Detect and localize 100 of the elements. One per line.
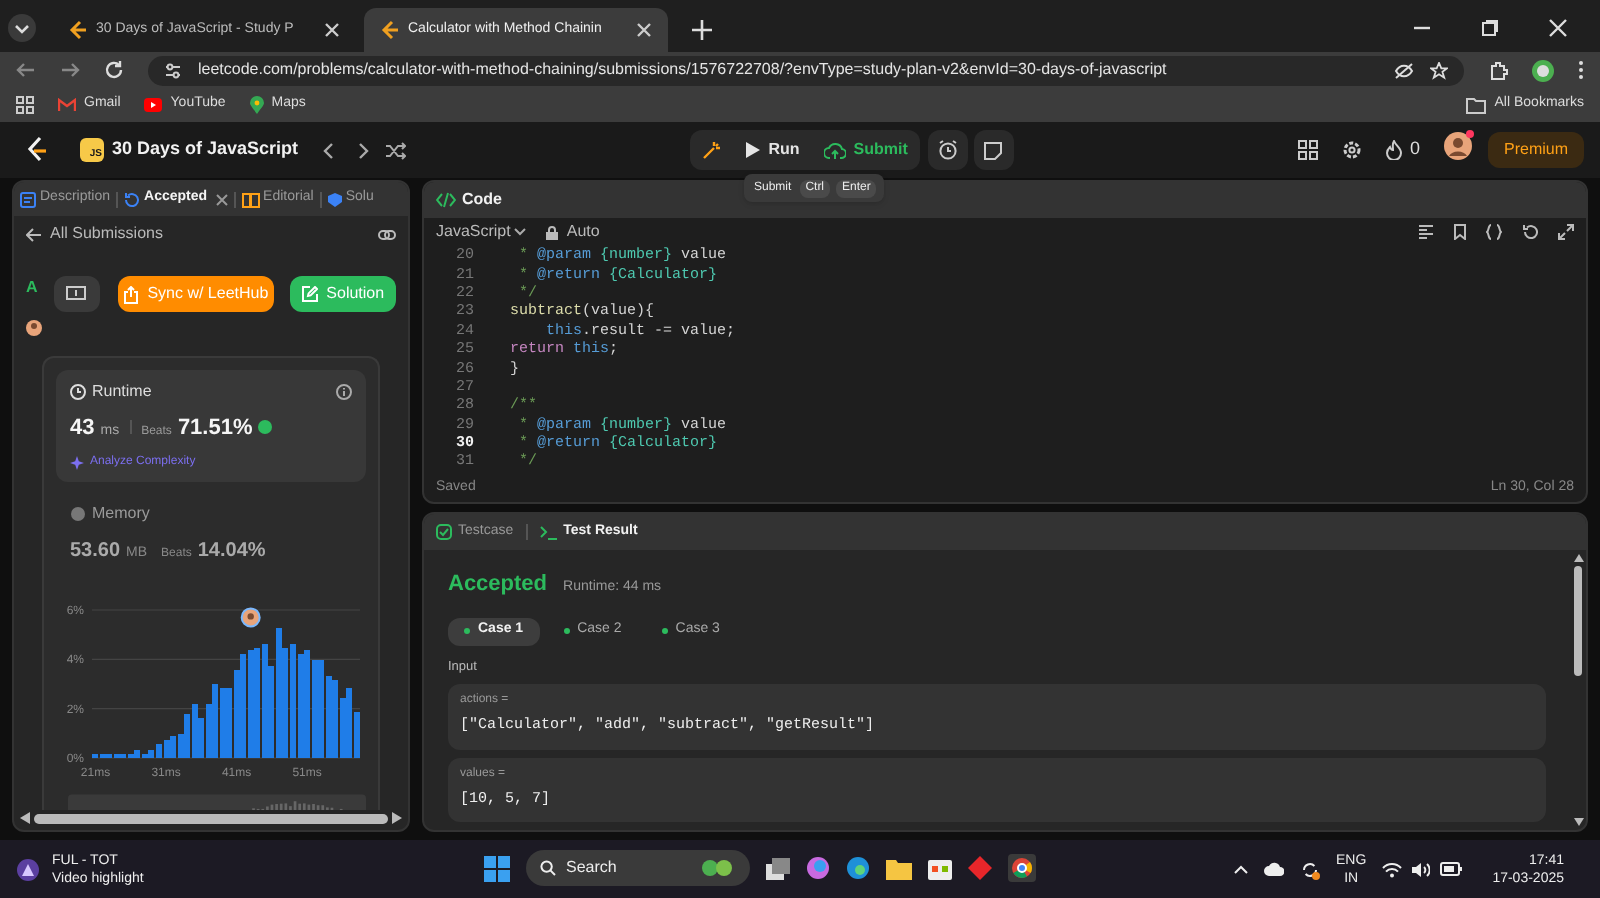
memory-label: Memory (92, 501, 150, 525)
status-text: A (26, 276, 40, 300)
info-icon[interactable] (336, 384, 352, 400)
volume-icon[interactable] (1412, 861, 1431, 877)
scrollbar-thumb[interactable] (1574, 566, 1582, 676)
mail-icon (58, 98, 76, 112)
back-arrow-icon[interactable] (26, 227, 42, 241)
store-icon[interactable] (928, 856, 952, 880)
memory-beats: 14.04% (197, 537, 266, 565)
start-icon[interactable] (484, 855, 510, 881)
runtime-value: 43 (70, 414, 95, 444)
note-button[interactable] (973, 130, 1014, 170)
eye-slash-icon[interactable] (1394, 61, 1414, 79)
user-avatar-icon (26, 320, 46, 336)
more-icon[interactable] (1578, 60, 1584, 80)
battery-icon[interactable] (1440, 862, 1463, 876)
weather-widget-icon[interactable] (16, 857, 40, 881)
terminal-icon (539, 525, 558, 539)
restore-icon[interactable] (1480, 18, 1500, 38)
copilot-icon[interactable] (806, 856, 830, 880)
scroll-down-icon[interactable] (1573, 818, 1583, 826)
back-icon[interactable] (16, 60, 36, 80)
run-button[interactable]: Run (734, 130, 812, 170)
link-icon[interactable] (378, 227, 396, 241)
apps-icon[interactable] (16, 96, 34, 114)
sparkle-icon (70, 455, 84, 469)
book-icon (241, 191, 260, 207)
cloud-upload-icon (823, 141, 846, 159)
clock-icon (70, 384, 86, 400)
settings-icon[interactable] (1341, 140, 1362, 160)
scroll-right-icon[interactable] (392, 812, 402, 824)
monitor-icon (66, 286, 87, 302)
plant-icon (700, 858, 736, 878)
play-icon (746, 142, 761, 158)
new-tab-icon[interactable] (692, 20, 712, 40)
browser-icon[interactable] (846, 856, 870, 880)
user-avatar-icon[interactable] (1444, 132, 1472, 160)
site-icon (380, 20, 400, 40)
site-settings-icon[interactable] (164, 61, 182, 79)
chevron-up-icon[interactable] (1234, 864, 1249, 874)
close-icon[interactable] (636, 22, 652, 38)
history-icon (124, 191, 141, 207)
format-icon[interactable] (1418, 224, 1434, 240)
forward-icon[interactable] (60, 60, 80, 80)
code-icon (436, 192, 456, 208)
scrollbar-thumb[interactable] (34, 813, 388, 823)
chevron-down-icon (514, 228, 527, 236)
shuffle-icon[interactable] (386, 141, 407, 159)
runtime-beats: 71.51% (177, 414, 253, 444)
share-icon (123, 285, 138, 303)
edit-icon (302, 286, 319, 302)
expand-icon[interactable] (1558, 224, 1574, 240)
lock-icon (546, 225, 559, 239)
bookmark-icon[interactable] (1454, 224, 1466, 240)
reload-icon[interactable] (104, 60, 124, 80)
all-submissions-link[interactable]: All Submissions (50, 222, 163, 246)
folder-icon (1466, 97, 1487, 113)
extensions-icon[interactable] (1488, 60, 1508, 80)
chrome-icon[interactable] (1008, 854, 1036, 882)
reset-icon[interactable] (1522, 224, 1538, 240)
verdict-text: Accepted (448, 570, 548, 600)
wifi-icon[interactable] (1382, 861, 1403, 877)
submit-button[interactable]: Submit (811, 130, 920, 170)
device-button[interactable] (53, 276, 100, 312)
close-icon[interactable] (324, 22, 340, 38)
user-marker-icon (240, 606, 261, 627)
pass-dot-icon (563, 628, 570, 634)
cloud-icon[interactable] (1264, 862, 1285, 876)
status-dot-icon (258, 420, 273, 434)
taskbar-search-field[interactable]: Search (526, 850, 750, 886)
study-plan-title[interactable]: 30 Days of JavaScript (112, 136, 299, 164)
profile-avatar-icon[interactable] (1532, 59, 1554, 81)
diamond-icon[interactable] (968, 856, 992, 880)
star-icon[interactable] (1430, 61, 1448, 79)
pass-dot-icon (661, 628, 668, 634)
next-icon[interactable] (358, 141, 371, 159)
scroll-left-icon[interactable] (20, 812, 30, 824)
pass-dot-icon (464, 628, 470, 634)
play-icon (144, 98, 163, 112)
sync-icon[interactable] (1300, 859, 1321, 879)
alarm-clock-icon (937, 140, 958, 160)
flame-icon[interactable] (1385, 140, 1402, 160)
tab-list-icon[interactable] (8, 14, 36, 42)
scroll-up-icon[interactable] (1573, 554, 1583, 562)
panel-title: Code (462, 188, 502, 212)
note-icon (984, 141, 1003, 159)
flask-icon (327, 191, 342, 207)
document-icon (20, 191, 36, 207)
folder-icon[interactable] (886, 857, 912, 879)
previous-icon[interactable] (322, 141, 335, 159)
layout-icon[interactable] (1297, 140, 1318, 160)
language-dropdown[interactable]: JavaScript (436, 220, 527, 244)
logo-icon[interactable] (24, 136, 48, 164)
timer-button[interactable] (927, 130, 968, 170)
address-field[interactable]: leetcode.com/problems/calculator-with-method-chaining/submissions/1576722708/?envType=study-plan-v2&envId=30-days-of-javascript (148, 55, 1464, 85)
premium-button[interactable]: Premium (1488, 132, 1585, 168)
autosave-mode: Auto (566, 220, 600, 244)
memory-value: 53.60 (70, 537, 121, 565)
braces-icon[interactable] (1486, 224, 1502, 240)
task-view-icon[interactable] (766, 857, 790, 879)
